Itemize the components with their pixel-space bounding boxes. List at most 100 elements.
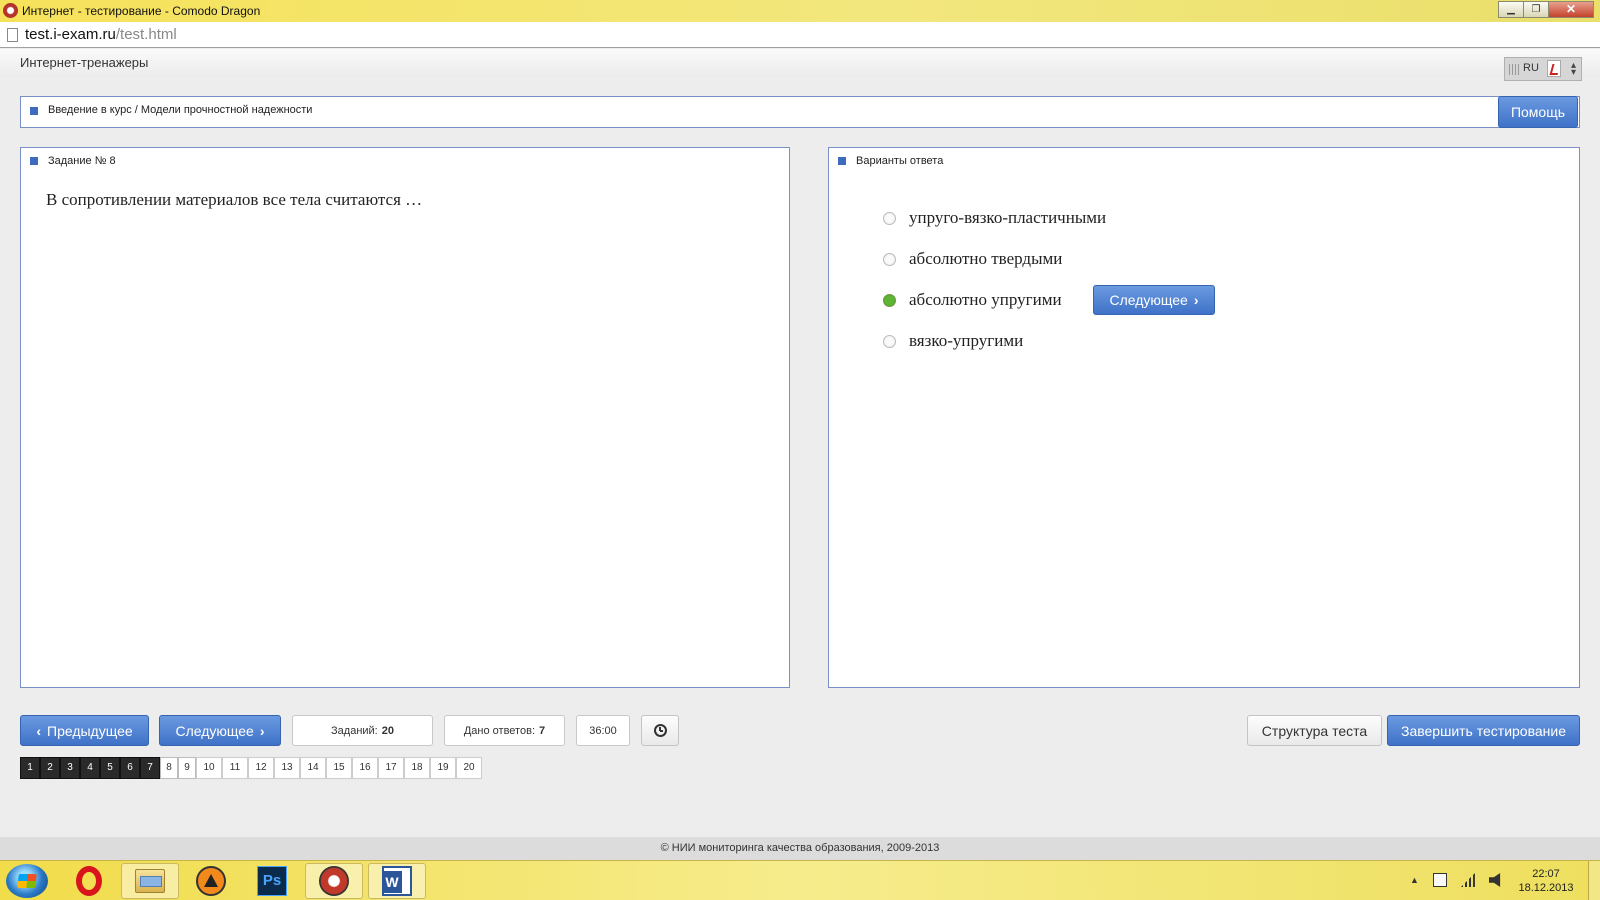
address-bar[interactable]: test.i-exam.ru/test.html [0,22,1600,48]
taskbar-word[interactable] [368,863,426,899]
answer-label[interactable]: абсолютно твердыми [909,249,1062,269]
question-text: В сопротивлении материалов все тела счит… [46,190,423,209]
timer-button[interactable] [641,715,679,746]
square-bullet-icon [30,157,38,165]
radio-button[interactable] [883,252,896,266]
task-title: Задание № 8 [48,155,116,167]
page-link[interactable]: 10 [196,757,222,779]
timer-value: 36:00 [589,724,617,737]
answer-option[interactable]: абсолютно твердыми [883,247,1062,271]
answers-panel: Варианты ответа упруго-вязко-пластичными… [828,147,1580,688]
language-switcher[interactable]: RU ▴ ▾ [1504,57,1582,81]
taskbar-comodo-dragon[interactable] [305,863,363,899]
answer-label[interactable]: абсолютно упругими [909,290,1062,310]
page-link-current[interactable]: 8 [160,757,178,779]
answer-option[interactable]: вязко-упругими [883,329,1023,353]
radio-button-checked[interactable] [883,293,896,307]
breadcrumb: Введение в курс / Модели прочностной над… [20,96,1580,128]
help-button[interactable]: Помощь [1498,96,1578,128]
next-answer-label: Следующее [1109,292,1188,308]
opera-icon [76,866,102,896]
word-icon [382,866,412,896]
taskbar-explorer[interactable] [121,863,179,899]
page-link[interactable]: 18 [404,757,430,779]
page-link[interactable]: 16 [352,757,378,779]
page-link[interactable]: 15 [326,757,352,779]
url-text[interactable]: test.i-exam.ru/test.html [25,26,177,43]
next-answer-button[interactable]: Следующее › [1093,285,1215,315]
radio-button[interactable] [883,211,896,225]
page-link[interactable]: 14 [300,757,326,779]
system-tray: ▲ [1410,873,1503,887]
page-link[interactable]: 4 [80,757,100,779]
taskbar-avast[interactable] [182,863,240,899]
previous-label: Предыдущее [47,722,133,739]
previous-button[interactable]: ‹ Предыдущее [20,715,149,746]
page-link[interactable]: 13 [274,757,300,779]
clock-time: 22:07 [1532,868,1560,880]
answer-label[interactable]: упруго-вязко-пластичными [909,208,1106,228]
page-link[interactable]: 20 [456,757,482,779]
answer-option-selected[interactable]: абсолютно упругими [883,288,1062,312]
taskbar-clock[interactable]: 22:07 18.12.2013 [1516,867,1576,895]
finish-test-button[interactable]: Завершить тестирование [1387,715,1580,746]
close-button[interactable]: ✕ [1548,1,1594,18]
explorer-icon [135,869,165,893]
tasks-count-label: Заданий: [331,724,378,737]
avast-icon [196,866,226,896]
windows-logo-icon [17,874,37,888]
clock-icon [653,724,667,737]
chevron-right-icon: › [1193,292,1199,308]
answer-option[interactable]: упруго-вязко-пластичными [883,206,1106,230]
tasks-count-box: Заданий: 20 [292,715,433,746]
maximize-button[interactable]: ❐ [1523,1,1549,18]
show-desktop-button[interactable] [1588,861,1600,900]
answers-title: Варианты ответа [856,155,944,167]
page-link[interactable]: 17 [378,757,404,779]
tray-expand-icon[interactable]: ▲ [1410,875,1419,885]
answer-label[interactable]: вязко-упругими [909,331,1023,351]
window-controls: ▁ ❐ ✕ [1498,1,1594,18]
page-footer: © НИИ мониторинга качества образования, … [0,837,1600,860]
answered-count-value: 7 [539,724,546,737]
taskbar-photoshop[interactable]: Ps [243,863,301,899]
answered-count-label: Дано ответов: [463,724,535,737]
minimize-button[interactable]: ▁ [1498,1,1524,18]
page-link[interactable]: 5 [100,757,120,779]
chevron-right-icon: › [259,722,265,739]
test-structure-button[interactable]: Структура теста [1247,715,1382,746]
grip-icon [1509,64,1519,75]
clock-date: 18.12.2013 [1518,882,1574,894]
radio-button[interactable] [883,334,896,348]
page-link[interactable]: 2 [40,757,60,779]
comodo-dragon-icon [3,3,18,18]
speaker-icon[interactable] [1488,873,1501,887]
url-host: test.i-exam.ru [25,26,116,43]
pdf-icon[interactable] [1547,60,1561,77]
page-link[interactable]: 11 [222,757,248,779]
start-button[interactable] [6,864,48,898]
comodo-dragon-icon [319,866,349,896]
finish-test-label: Завершить тестирование [1401,722,1566,739]
breadcrumb-text: Введение в курс / Модели прочностной над… [48,104,313,116]
page-icon [7,28,18,42]
timer-display: 36:00 [576,715,630,746]
signal-icon[interactable] [1460,873,1475,887]
answered-count-box: Дано ответов: 7 [444,715,565,746]
page-link[interactable]: 6 [120,757,140,779]
taskbar-opera[interactable] [60,863,118,899]
photoshop-icon: Ps [257,866,287,896]
updown-arrow-icon[interactable]: ▴ ▾ [1571,61,1576,78]
page-link[interactable]: 3 [60,757,80,779]
page-link[interactable]: 9 [178,757,196,779]
page-link[interactable]: 12 [248,757,274,779]
page-link[interactable]: 19 [430,757,456,779]
next-button[interactable]: Следующее › [159,715,281,746]
page-link[interactable]: 1 [20,757,40,779]
url-path: /test.html [115,26,177,43]
page-link[interactable]: 7 [140,757,160,779]
chevron-left-icon: ‹ [36,722,41,739]
windows-taskbar: Ps ▲ 22:07 18.12.2013 [0,860,1600,900]
question-pager: 1 2 3 4 5 6 7 8 9 10 11 12 13 14 15 16 1… [20,757,482,779]
network-icon[interactable] [1432,873,1447,887]
